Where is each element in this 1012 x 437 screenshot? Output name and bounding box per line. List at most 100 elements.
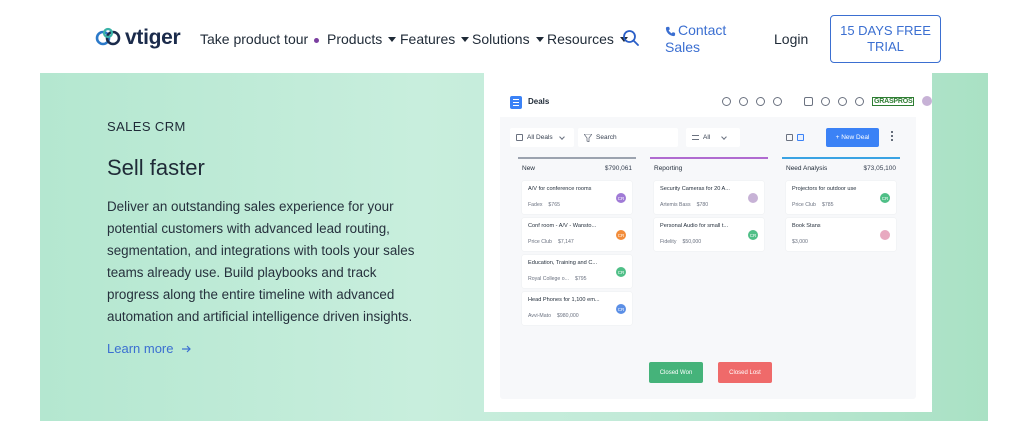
chevron-down-icon [721, 133, 728, 140]
nav-features[interactable]: Features [400, 31, 470, 47]
nav-solutions[interactable]: Solutions [472, 31, 544, 47]
kanban-view-icon [797, 134, 804, 141]
brand-name: vtiger [125, 26, 181, 49]
deal-card: Book Stans $3,000 [786, 218, 896, 251]
contact-sales-link[interactable]: Contact Sales [665, 22, 745, 56]
column-amount: $73,05,100 [863, 165, 896, 172]
deal-title: Education, Training and C... [528, 260, 598, 266]
owner-avatar [880, 230, 890, 240]
owner-avatar: CR [616, 267, 626, 277]
owner-avatar: CR [616, 230, 626, 240]
mail-icon [804, 96, 813, 106]
deal-org: Artemis Bass [660, 202, 691, 208]
deal-title: Conf room - A/V - Wansto... [528, 223, 597, 229]
owner-avatar: CR [616, 304, 626, 314]
all-deals-label: All Deals [527, 134, 553, 141]
deal-title: Head Phones for 1,100 em... [528, 297, 600, 303]
deal-title: Projectors for outdoor use [792, 186, 857, 192]
search-icon [739, 96, 748, 106]
hero-description: Deliver an outstanding sales experience … [107, 199, 415, 324]
learn-more-link[interactable]: Learn more [107, 341, 192, 356]
caret-down-icon [388, 37, 397, 42]
free-trial-button[interactable]: 15 DAYS FREE TRIAL [830, 15, 941, 63]
deal-card: Projectors for outdoor use Price Club $78… [786, 181, 896, 214]
deal-org: Price Club [528, 239, 552, 245]
app-header-icons: GRASPROS [722, 96, 933, 106]
column-title: New [522, 165, 536, 172]
column-title: Reporting [654, 165, 683, 172]
free-trial-label: 15 DAYS FREE TRIAL [840, 23, 931, 55]
user-avatar [922, 96, 933, 106]
deal-org: Fadex [528, 202, 543, 208]
more-options-icon [891, 131, 893, 133]
crm-screenshot-panel: Deals GRASPROS All Deals Search All + Ne… [484, 73, 933, 412]
free-trial-line-1: 15 DAYS FREE [840, 23, 931, 38]
contact-line-2: Sales [665, 39, 701, 55]
list-icon [516, 134, 523, 141]
nav-products[interactable]: Products [327, 31, 397, 47]
owner-avatar: CR [616, 193, 626, 203]
deal-amount: $780 [696, 202, 709, 208]
deals-search: Search [578, 128, 678, 147]
lightning-icon [838, 96, 847, 106]
history-icon [756, 96, 765, 106]
column-amount: $790,061 [604, 165, 632, 172]
top-navigation: vtiger Take product tour Products Featur… [0, 0, 1012, 73]
filter-icon [584, 133, 592, 142]
nav-solutions-label: Solutions [472, 31, 530, 47]
closed-lost-drop-zone: Closed Lost [718, 362, 772, 383]
phone-icon [665, 26, 676, 36]
learn-more-label: Learn more [107, 341, 174, 356]
deal-org: Price Club [792, 202, 816, 208]
deal-title: Book Stans [792, 223, 821, 229]
deal-amount: $7,147 [557, 239, 574, 245]
pipeline-column: Reporting Security Cameras for 20 A... A… [650, 157, 768, 347]
deal-amount: $980,000 [556, 313, 579, 319]
vtiger-logo[interactable]: vtiger [95, 26, 181, 50]
column-header: New $790,061 [518, 159, 636, 177]
app-header: Deals GRASPROS [500, 87, 933, 117]
lines-icon [692, 135, 699, 140]
deal-org: Avvi-Mato [528, 313, 551, 319]
view-selector: All [686, 128, 740, 147]
add-icon [773, 96, 782, 106]
owner-avatar: CR [748, 230, 758, 240]
all-deals-filter: All Deals [510, 128, 574, 147]
nav-resources-label: Resources [547, 31, 614, 47]
deal-amount: $795 [574, 276, 587, 282]
deals-app: Deals GRASPROS All Deals Search All + Ne… [500, 87, 933, 399]
login-link[interactable]: Login [774, 31, 808, 47]
deal-title: Personal Audio for small t... [660, 223, 729, 229]
send-icon [855, 96, 864, 106]
nav-take-product-tour-label: Take product tour [200, 31, 309, 47]
deal-amount: $785 [821, 202, 834, 208]
view-toggle [780, 128, 818, 147]
phone-icon [722, 96, 731, 106]
column-header: Reporting [650, 159, 768, 177]
chevron-down-icon [558, 133, 565, 140]
notification-icon [821, 96, 830, 106]
nav-take-product-tour[interactable]: Take product tour [200, 31, 320, 47]
deal-title: Security Cameras for 20 A... [660, 186, 730, 192]
app-title: Deals [528, 97, 550, 106]
deal-org: $3,000 [792, 239, 808, 245]
arrow-right-icon [182, 345, 192, 352]
column-title: Need Analysis [786, 165, 828, 172]
nav-resources[interactable]: Resources [547, 31, 628, 47]
column-header: Need Analysis $73,05,100 [782, 159, 900, 177]
nav-features-label: Features [400, 31, 456, 47]
notification-dot [314, 38, 320, 43]
menu-icon [510, 96, 522, 109]
closed-won-drop-zone: Closed Won [649, 362, 703, 383]
search-icon[interactable] [622, 29, 640, 52]
deal-card: Conf room - A/V - Wansto... Price Club $7… [522, 218, 632, 251]
deal-title: A/V for conference rooms [528, 186, 592, 192]
pipeline-column: Need Analysis $73,05,100 Projectors for … [782, 157, 900, 347]
view-label: All [703, 134, 711, 141]
deal-card: Security Cameras for 20 A... Artemis Bas… [654, 181, 764, 214]
deal-org: Fidelity [660, 239, 677, 245]
deal-amount: $50,000 [682, 239, 702, 245]
new-deal-button: + New Deal [826, 128, 879, 147]
pipeline-column: New $790,061 A/V for conference rooms Fa… [518, 157, 636, 347]
deal-card: Personal Audio for small t... Fidelity $5… [654, 218, 764, 251]
